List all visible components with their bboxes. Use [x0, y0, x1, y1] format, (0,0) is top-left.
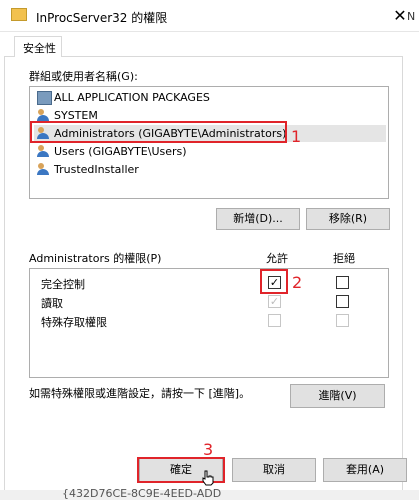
users-icon — [37, 163, 50, 175]
package-icon — [37, 91, 52, 105]
apply-button[interactable]: 套用(A) — [323, 458, 407, 482]
users-icon — [37, 109, 50, 121]
folder-icon — [11, 8, 27, 21]
deny-column-header: 拒絕 — [333, 252, 355, 265]
cancel-button[interactable]: 取消 — [232, 458, 316, 482]
read-allow-checkbox: ✓ — [268, 295, 281, 308]
window-title: InProcServer32 的權限 — [36, 11, 168, 25]
hand-cursor-icon — [201, 470, 215, 486]
background-tree: {432D76CE-8C9E-4EED-ADD — [0, 487, 419, 500]
annotation-number-1: 1 — [291, 127, 302, 146]
add-button[interactable]: 新增(D)... — [216, 208, 300, 230]
remove-button[interactable]: 移除(R) — [306, 208, 390, 230]
list-item-label: ALL APPLICATION PACKAGES — [54, 91, 210, 104]
title-bar: InProcServer32 的權限 ✕ — [0, 0, 419, 32]
permission-name: 讀取 — [41, 297, 63, 310]
tab-security[interactable]: 安全性 — [14, 36, 62, 57]
annotation-number-2: 2 — [292, 273, 303, 292]
list-item[interactable]: TrustedInstaller — [34, 161, 386, 178]
allow-column-header: 允許 — [266, 252, 288, 265]
advanced-button[interactable]: 進階(V) — [290, 384, 385, 408]
permissions-label: Administrators 的權限(P) — [29, 252, 162, 265]
users-icon — [37, 145, 50, 157]
list-item[interactable]: Users (GIGABYTE\Users) — [34, 143, 386, 160]
read-deny-checkbox[interactable] — [336, 295, 349, 308]
full-control-deny-checkbox[interactable] — [336, 276, 349, 289]
background-window-edge: N — [407, 10, 416, 23]
annotation-box-2 — [260, 269, 288, 294]
advanced-hint: 如需特殊權限或進階設定，請按一下 [進階]。 — [29, 387, 251, 400]
background-tree-item: {432D76CE-8C9E-4EED-ADD — [62, 487, 222, 500]
list-item[interactable]: ALL APPLICATION PACKAGES — [34, 89, 386, 106]
permission-name: 完全控制 — [41, 278, 85, 291]
annotation-box-1 — [30, 121, 287, 143]
list-item-label: Users (GIGABYTE\Users) — [54, 145, 187, 158]
special-deny-checkbox — [336, 314, 349, 327]
special-allow-checkbox — [268, 314, 281, 327]
permission-name: 特殊存取權限 — [41, 316, 107, 329]
list-item-label: TrustedInstaller — [54, 163, 139, 176]
groups-label: 群組或使用者名稱(G): — [29, 70, 138, 83]
